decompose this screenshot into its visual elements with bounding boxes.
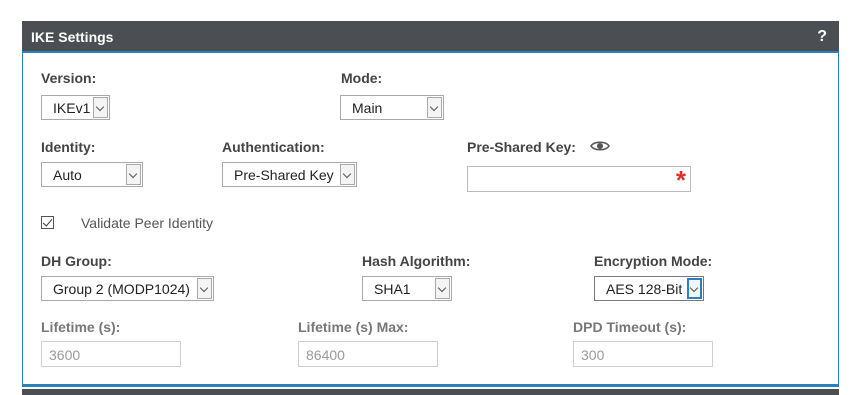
chevron-down-icon <box>197 278 212 299</box>
hash-select[interactable]: SHA1 <box>362 276 452 301</box>
identity-value: Auto <box>53 167 82 183</box>
help-icon[interactable]: ? <box>817 28 827 46</box>
dpd-timeout-input[interactable]: 300 <box>573 341 713 367</box>
mode-value: Main <box>352 100 383 116</box>
required-icon: * <box>675 165 686 195</box>
psk-label: Pre-Shared Key: <box>467 139 576 155</box>
validate-peer-checkbox[interactable] <box>41 216 54 229</box>
panel-bottom-border <box>22 384 839 387</box>
lifetime-value: 3600 <box>49 347 81 363</box>
ike-settings-panel <box>22 21 839 387</box>
mode-label: Mode: <box>341 70 383 86</box>
lifetime-max-value: 86400 <box>306 347 345 363</box>
lifetime-max-input[interactable]: 86400 <box>298 341 438 367</box>
dh-group-label: DH Group: <box>41 253 112 269</box>
version-label: Version: <box>41 70 97 86</box>
lifetime-max-label: Lifetime (s) Max: <box>298 319 409 335</box>
encryption-label: Encryption Mode: <box>594 253 713 269</box>
eye-icon[interactable] <box>590 139 610 153</box>
next-panel-header <box>22 389 839 395</box>
authentication-value: Pre-Shared Key <box>234 167 334 183</box>
hash-value: SHA1 <box>374 281 411 297</box>
panel-title: IKE Settings <box>31 29 114 45</box>
lifetime-label: Lifetime (s): <box>41 319 121 335</box>
panel-header: IKE Settings ? <box>22 21 839 53</box>
hash-label: Hash Algorithm: <box>362 253 471 269</box>
mode-select[interactable]: Main <box>340 95 444 120</box>
dpd-timeout-value: 300 <box>581 347 605 363</box>
dpd-timeout-label: DPD Timeout (s): <box>573 319 687 335</box>
encryption-value: AES 128-Bit <box>606 281 683 297</box>
identity-select[interactable]: Auto <box>41 162 143 187</box>
identity-label: Identity: <box>41 139 96 155</box>
dh-group-value: Group 2 (MODP1024) <box>53 281 190 297</box>
chevron-down-icon <box>687 278 702 299</box>
validate-peer-label: Validate Peer Identity <box>81 215 214 231</box>
chevron-down-icon <box>427 97 442 118</box>
chevron-down-icon <box>435 278 450 299</box>
encryption-select[interactable]: AES 128-Bit <box>594 276 704 301</box>
chevron-down-icon <box>340 164 355 185</box>
authentication-label: Authentication: <box>222 139 325 155</box>
lifetime-input[interactable]: 3600 <box>41 341 181 367</box>
version-select[interactable]: IKEv1 <box>41 95 110 120</box>
version-value: IKEv1 <box>53 100 91 116</box>
chevron-down-icon <box>126 164 141 185</box>
chevron-down-icon <box>93 97 108 118</box>
authentication-select[interactable]: Pre-Shared Key <box>222 162 357 187</box>
dh-group-select[interactable]: Group 2 (MODP1024) <box>41 276 214 301</box>
psk-input[interactable]: * <box>467 165 691 195</box>
